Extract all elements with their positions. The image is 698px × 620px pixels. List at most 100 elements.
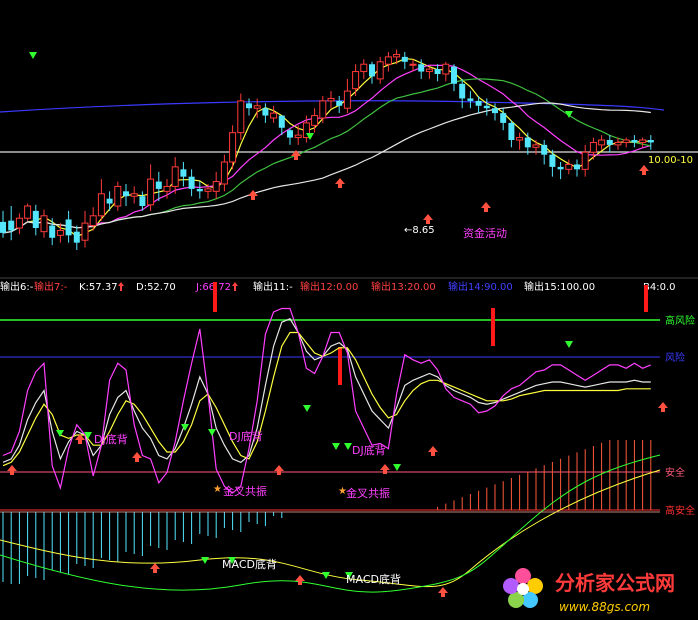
- candle-body: [565, 163, 573, 170]
- candle-body: [287, 130, 293, 138]
- indicator-level-label: 高风险: [665, 314, 695, 327]
- up-arrow-icon: [274, 465, 284, 475]
- candle-body: [270, 112, 278, 119]
- candle-body: [639, 139, 647, 143]
- candlesticks: [0, 49, 654, 250]
- candle-body: [139, 196, 146, 206]
- up-arrow-icon: [150, 563, 160, 573]
- up-arrow-icon: [423, 214, 433, 224]
- candle-body: [393, 53, 401, 58]
- indicator-annotation: 金叉共振: [223, 484, 267, 498]
- candle-body: [81, 222, 89, 241]
- indicator-annotation: DJ底背: [229, 429, 263, 443]
- indicator-annotation: DJ底背: [94, 432, 128, 446]
- candle-body: [65, 219, 72, 236]
- up-arrow-icon: [481, 202, 491, 212]
- candle-body: [114, 185, 122, 207]
- indicator-annotation: MACD底背: [346, 572, 401, 586]
- candle-body: [262, 108, 269, 116]
- candle-body: [606, 140, 613, 145]
- candle-body: [451, 66, 457, 84]
- candle-body: [343, 90, 351, 109]
- candle-body: [557, 166, 564, 170]
- candle-body: [147, 178, 155, 206]
- signal-bar: [491, 308, 495, 346]
- up-arrow-icon: [132, 452, 142, 462]
- candle-body: [483, 105, 490, 109]
- candle-body: [376, 61, 384, 80]
- legend-item: 输出13:20.00: [371, 280, 436, 293]
- price-panel: 10.00-10 ←8.65 资金活动: [0, 49, 698, 250]
- indicator-level-label: 风险: [665, 351, 685, 364]
- legend-item: 输出7:-: [34, 280, 68, 293]
- candle-body: [401, 56, 408, 62]
- candle-body: [360, 63, 368, 73]
- candle-body: [647, 140, 654, 143]
- indicator-annotation: DJ底背: [352, 443, 386, 457]
- candle-body: [614, 141, 622, 146]
- candle-body: [0, 221, 6, 233]
- series-line-j: [2, 307, 652, 494]
- candle-body: [384, 56, 392, 65]
- candle-body: [475, 100, 482, 106]
- candle-body: [97, 193, 105, 217]
- candle-body: [311, 115, 319, 126]
- candle-body: [425, 68, 433, 73]
- candle-body: [532, 144, 540, 148]
- candle-body: [336, 100, 343, 106]
- candle-body: [418, 64, 425, 72]
- candle-body: [253, 105, 261, 109]
- candle-body: [442, 63, 450, 75]
- candle-body: [171, 166, 179, 187]
- candle-body: [8, 220, 15, 231]
- candle-body: [106, 198, 113, 204]
- candle-body: [549, 154, 556, 167]
- indicator-annotation: 金叉共振: [346, 486, 390, 500]
- legend-item: 输出14:90.00: [448, 280, 513, 293]
- down-arrow-icon: [393, 464, 401, 471]
- up-arrow-icon: [428, 446, 438, 456]
- candle-body: [459, 83, 466, 99]
- candle-body: [40, 215, 48, 233]
- price-signal-marks: [29, 52, 649, 224]
- legend-item: D:52.70: [136, 282, 176, 293]
- candle-body: [56, 229, 64, 236]
- candle-body: [15, 217, 23, 229]
- brand-logo: 分析家公式网 www.88gs.com: [503, 568, 675, 614]
- legend-item: 输出6:-: [0, 280, 34, 293]
- candle-body: [32, 210, 39, 228]
- candle-body: [229, 132, 237, 163]
- chart-svg: 10.00-10 ←8.65 资金活动 输出6:- 输出7:- K:57.37 D:5…: [0, 49, 698, 614]
- candle-body: [524, 137, 531, 148]
- candle-body: [492, 108, 498, 114]
- candle-body: [73, 231, 80, 243]
- legend-item: K:57.37: [79, 282, 118, 293]
- legend-arrow-icon: [118, 282, 124, 291]
- low-price-marker: ←8.65: [404, 225, 435, 236]
- signal-bar: [644, 285, 648, 312]
- candle-body: [516, 137, 524, 141]
- price-level-label: 10.00-10: [648, 155, 693, 166]
- flower-icon: [503, 568, 543, 608]
- signal-bar: [213, 282, 217, 312]
- candle-body: [409, 63, 417, 66]
- candle-body: [123, 191, 129, 197]
- candle-body: [155, 181, 162, 189]
- ma-blue-line: [0, 100, 665, 113]
- candle-body: [589, 141, 597, 153]
- candle-body: [352, 71, 360, 90]
- candle-body: [541, 144, 548, 155]
- down-arrow-icon: [565, 341, 573, 348]
- star-icon: ★: [338, 486, 347, 497]
- indicator-lines: [0, 307, 661, 593]
- indicator-annotation: MACD底背: [222, 557, 277, 571]
- up-arrow-icon: [658, 402, 668, 412]
- candle-body: [319, 100, 327, 119]
- candle-body: [598, 139, 606, 146]
- legend-item: 输出11:-: [253, 280, 293, 293]
- up-arrow-icon: [639, 165, 649, 175]
- candle-body: [369, 64, 375, 77]
- indicator-level-lines: 高风险风险安全高安全: [0, 282, 695, 517]
- candle-body: [574, 164, 580, 170]
- candle-body: [237, 100, 245, 134]
